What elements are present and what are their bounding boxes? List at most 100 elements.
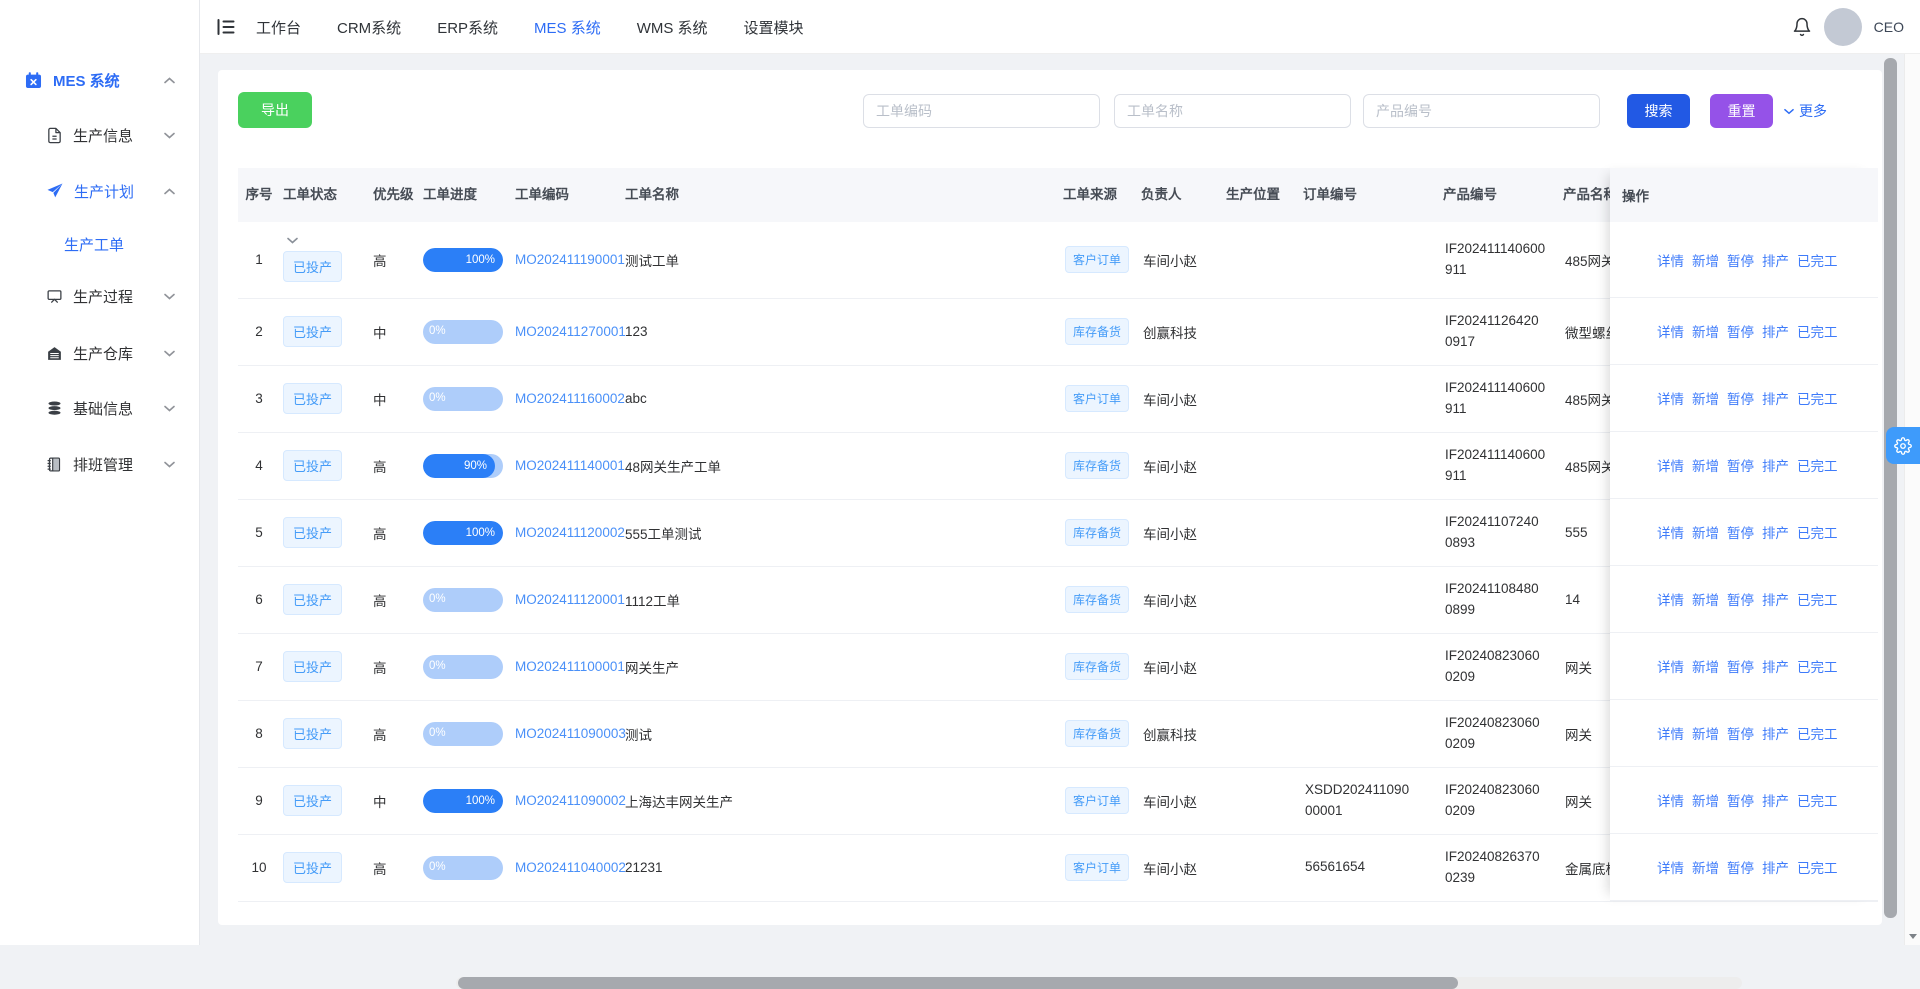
action-link-3[interactable]: 暂停 [1727, 656, 1754, 676]
action-link-4[interactable]: 排产 [1762, 656, 1789, 676]
nav-tab-5[interactable]: WMS 系统 [637, 17, 708, 38]
horizontal-scrollbar[interactable] [456, 977, 1742, 989]
action-link-2[interactable]: 新增 [1692, 790, 1719, 810]
action-link-1[interactable]: 详情 [1657, 388, 1684, 408]
cell-owner: 创赢科技 [1138, 298, 1223, 365]
action-link-3[interactable]: 暂停 [1727, 388, 1754, 408]
sidebar-subitem-生产工单[interactable]: 生产工单 [0, 224, 199, 264]
action-link-3[interactable]: 暂停 [1727, 522, 1754, 542]
action-link-2[interactable]: 新增 [1692, 388, 1719, 408]
nav-tab-6[interactable]: 设置模块 [744, 17, 804, 38]
scroll-down-arrow-icon[interactable] [1905, 929, 1920, 943]
vertical-scrollbar-thumb[interactable] [1884, 58, 1897, 918]
work-order-code-link[interactable]: MO202411270001 [515, 324, 626, 339]
action-link-4[interactable]: 排产 [1762, 388, 1789, 408]
action-link-1[interactable]: 详情 [1657, 589, 1684, 609]
sidebar-item-3[interactable]: 生产过程 [0, 275, 199, 317]
action-link-1[interactable]: 详情 [1657, 723, 1684, 743]
action-link-1[interactable]: 详情 [1657, 522, 1684, 542]
action-link-3[interactable]: 暂停 [1727, 250, 1754, 270]
filter-input-2[interactable] [1114, 94, 1351, 128]
action-link-5[interactable]: 已完工 [1797, 321, 1838, 341]
search-button[interactable]: 搜索 [1627, 94, 1690, 128]
action-link-1[interactable]: 详情 [1657, 857, 1684, 877]
sidebar-item-6[interactable]: 排班管理 [0, 443, 199, 485]
nav-tab-4[interactable]: MES 系统 [534, 17, 601, 38]
action-link-2[interactable]: 新增 [1692, 455, 1719, 475]
cell-status: 已投产 [280, 499, 370, 566]
sidebar-item-5[interactable]: 基础信息 [0, 387, 199, 429]
action-link-5[interactable]: 已完工 [1797, 790, 1838, 810]
action-link-3[interactable]: 暂停 [1727, 455, 1754, 475]
cell-progress: 0% [420, 298, 512, 365]
collapse-menu-icon[interactable] [214, 15, 238, 39]
action-link-3[interactable]: 暂停 [1727, 857, 1754, 877]
sidebar-item-mes-root[interactable]: MES 系统 [0, 60, 199, 100]
status-tag: 已投产 [283, 251, 342, 282]
action-link-4[interactable]: 排产 [1762, 250, 1789, 270]
cell-product-code: IF202408230600209 [1440, 633, 1560, 700]
work-order-code-link[interactable]: MO202411100001 [515, 659, 625, 674]
work-order-code-link[interactable]: MO202411160002 [515, 391, 625, 406]
expand-row-icon[interactable] [287, 237, 298, 244]
action-link-4[interactable]: 排产 [1762, 455, 1789, 475]
action-link-3[interactable]: 暂停 [1727, 321, 1754, 341]
action-link-1[interactable]: 详情 [1657, 455, 1684, 475]
work-order-code-link[interactable]: MO202411120001 [515, 592, 625, 607]
action-link-2[interactable]: 新增 [1692, 857, 1719, 877]
action-link-3[interactable]: 暂停 [1727, 790, 1754, 810]
sidebar-item-2[interactable]: 生产计划 [0, 170, 199, 212]
status-tag: 已投产 [283, 584, 342, 615]
action-link-5[interactable]: 已完工 [1797, 522, 1838, 542]
sidebar-item-1[interactable]: 生产信息 [0, 114, 199, 156]
bell-icon[interactable] [1792, 17, 1812, 37]
work-order-code-link[interactable]: MO202411090003 [515, 726, 626, 741]
status-tag: 已投产 [283, 785, 342, 816]
action-link-4[interactable]: 排产 [1762, 790, 1789, 810]
sidebar-item-4[interactable]: 生产仓库 [0, 332, 199, 374]
action-link-5[interactable]: 已完工 [1797, 656, 1838, 676]
progress-bar: 0% [423, 320, 503, 344]
nav-tab-2[interactable]: CRM系统 [337, 17, 401, 38]
nav-tab-3[interactable]: ERP系统 [437, 17, 498, 38]
work-order-code-link[interactable]: MO202411120002 [515, 525, 625, 540]
action-link-5[interactable]: 已完工 [1797, 589, 1838, 609]
action-link-4[interactable]: 排产 [1762, 723, 1789, 743]
action-link-2[interactable]: 新增 [1692, 321, 1719, 341]
action-link-4[interactable]: 排产 [1762, 589, 1789, 609]
horizontal-scrollbar-thumb[interactable] [458, 977, 1458, 989]
action-link-2[interactable]: 新增 [1692, 522, 1719, 542]
work-order-code-link[interactable]: MO202411090002 [515, 793, 626, 808]
work-order-code-link[interactable]: MO202411140001 [515, 458, 625, 473]
action-link-1[interactable]: 详情 [1657, 321, 1684, 341]
nav-tab-1[interactable]: 工作台 [256, 17, 301, 38]
action-link-4[interactable]: 排产 [1762, 857, 1789, 877]
action-link-5[interactable]: 已完工 [1797, 388, 1838, 408]
filter-input-1[interactable] [863, 94, 1100, 128]
export-button[interactable]: 导出 [238, 92, 312, 128]
action-link-3[interactable]: 暂停 [1727, 723, 1754, 743]
action-link-2[interactable]: 新增 [1692, 656, 1719, 676]
window-vertical-scrollbar[interactable] [1904, 54, 1920, 945]
reset-button[interactable]: 重置 [1710, 94, 1773, 128]
cell-order-no [1300, 222, 1440, 298]
avatar[interactable] [1824, 8, 1862, 46]
action-link-5[interactable]: 已完工 [1797, 857, 1838, 877]
work-order-code-link[interactable]: MO202411040002 [515, 860, 626, 875]
action-link-2[interactable]: 新增 [1692, 723, 1719, 743]
action-link-1[interactable]: 详情 [1657, 250, 1684, 270]
action-link-4[interactable]: 排产 [1762, 321, 1789, 341]
action-link-5[interactable]: 已完工 [1797, 723, 1838, 743]
work-order-code-link[interactable]: MO202411190001 [515, 252, 625, 267]
more-toggle[interactable]: 更多 [1784, 101, 1827, 121]
action-link-1[interactable]: 详情 [1657, 656, 1684, 676]
action-link-3[interactable]: 暂停 [1727, 589, 1754, 609]
filter-input-3[interactable] [1363, 94, 1600, 128]
action-link-2[interactable]: 新增 [1692, 589, 1719, 609]
action-link-1[interactable]: 详情 [1657, 790, 1684, 810]
action-link-5[interactable]: 已完工 [1797, 455, 1838, 475]
settings-gear-button[interactable] [1886, 427, 1920, 464]
action-link-4[interactable]: 排产 [1762, 522, 1789, 542]
action-link-2[interactable]: 新增 [1692, 250, 1719, 270]
action-link-5[interactable]: 已完工 [1797, 250, 1838, 270]
